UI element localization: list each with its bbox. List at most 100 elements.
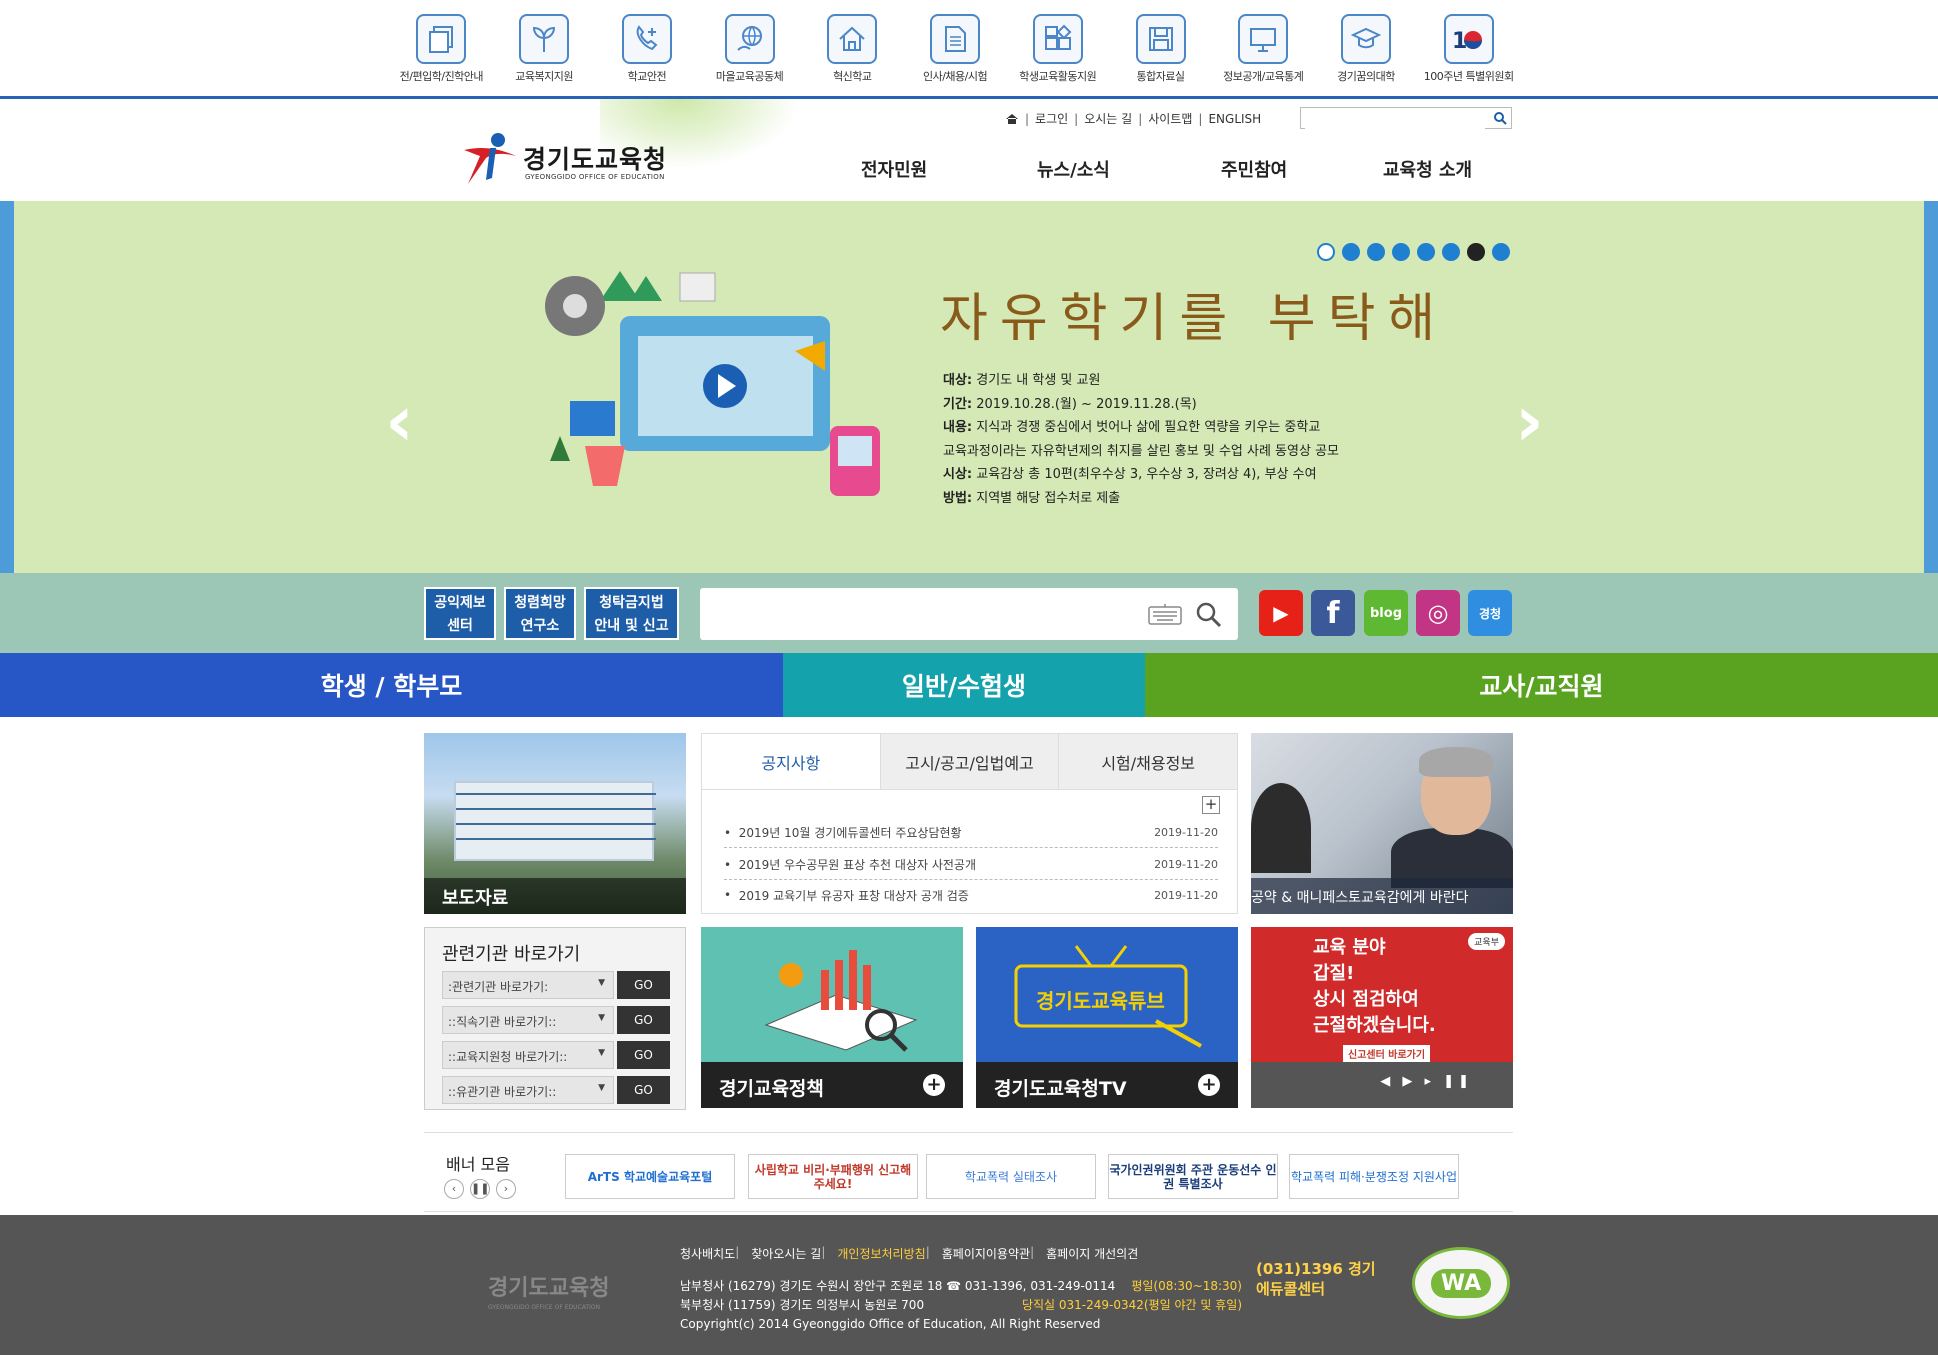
related-sites: 관련기관 바로가기 :관련기관 바로가기: ▼ GO ::직속기관 바로가기:: ▼… <box>424 927 686 1110</box>
footer-link-layout[interactable]: 청사배치도 <box>680 1245 735 1262</box>
education-policy-card[interactable]: 경기교육정책 + <box>701 927 963 1108</box>
education-policy-caption: 경기교육정책 + <box>701 1062 963 1108</box>
notice-item[interactable]: • 2019 교육기부 유공자 표창 대상자 공개 검증 2019-11-20 <box>724 880 1218 910</box>
dropdown-arrow-icon: ▼ <box>598 1013 605 1023</box>
education-tv-caption: 경기도교육청TV + <box>976 1062 1238 1108</box>
quick-admission[interactable]: 전/편입학/진학안내 <box>390 10 493 96</box>
logo-title: 경기도교육청 <box>523 145 668 174</box>
banner-dot[interactable] <box>1317 243 1335 261</box>
tab-exam-jobs[interactable]: 시험/채용정보 <box>1058 734 1237 789</box>
quick-dream-univ[interactable]: 경기꿈의대학 <box>1315 10 1418 96</box>
tab-general[interactable]: 일반/수험생 <box>783 653 1145 717</box>
gnb-about[interactable]: 교육청 소개 <box>1383 156 1472 182</box>
banner-dot[interactable] <box>1367 243 1385 261</box>
quick-info[interactable]: 정보공개/교육통계 <box>1212 10 1315 96</box>
call-center-badge[interactable]: (031)1396 경기에듀콜센터 <box>1256 1251 1388 1321</box>
banner-dot[interactable] <box>1442 243 1460 261</box>
login-link[interactable]: 로그인 <box>1035 110 1068 127</box>
banner-human-rights[interactable]: 국가인권위원회 주관 운동선수 인권 특별조사 <box>1108 1154 1278 1199</box>
direct-select[interactable]: ::직속기관 바로가기:: ▼ <box>442 1006 614 1034</box>
notice-item[interactable]: • 2019년 10월 경기에듀콜센터 주요상담현황 2019-11-20 <box>724 818 1218 848</box>
quick-student[interactable]: 학생교육활동지원 <box>1006 10 1109 96</box>
quick-hr[interactable]: 인사/채용/시험 <box>904 10 1007 96</box>
tab-students-parents[interactable]: 학생 / 학부모 <box>0 653 783 717</box>
ask-superintendent-link[interactable]: 교육감에게 바란다 <box>1361 887 1469 914</box>
manifesto-link[interactable]: 공약 & 매니페스토 <box>1251 887 1361 914</box>
monitor-icon <box>1238 14 1289 64</box>
home-icon[interactable] <box>1005 113 1019 125</box>
banner-dot[interactable] <box>1392 243 1410 261</box>
instagram-icon[interactable]: ◎ <box>1416 590 1460 636</box>
quick-innovation[interactable]: 혁신학교 <box>801 10 904 96</box>
banner-zone-next-button[interactable]: › <box>496 1179 516 1199</box>
gnb-civil[interactable]: 전자민원 <box>861 156 927 182</box>
banner-arts[interactable]: ArTS 학교예술교육포털 <box>565 1154 735 1199</box>
tab-announcements[interactable]: 고시/공고/입법예고 <box>879 734 1059 789</box>
sitemap-link[interactable]: 사이트맵 <box>1148 110 1192 127</box>
footer-logo: 경기도교육청 GYEONGGIDO OFFICE OF EDUCATION <box>488 1276 610 1311</box>
media-icon[interactable]: 경청 <box>1468 590 1512 636</box>
footer-links: 청사배치도 | 찾아오시는 길 | 개인정보처리방침 | 홈페이지이용약관 | 홈페이지… <box>680 1245 1139 1262</box>
quick-community[interactable]: 마을교육공동체 <box>698 10 801 96</box>
blog-icon[interactable]: blog <box>1364 590 1408 636</box>
promo-banner[interactable]: 교육부 교육 분야 갑질! 상시 점검하여 근절하겠습니다. 신고센터 바로가기… <box>1251 927 1513 1108</box>
banner-zone-prev-button[interactable]: ‹ <box>444 1179 464 1199</box>
quick-100th[interactable]: 1 100주년 특별위원회 <box>1417 10 1520 96</box>
footer-link-terms[interactable]: 홈페이지이용약관 <box>942 1245 1030 1262</box>
banner-prev-button[interactable]: ‹ <box>385 386 414 456</box>
facebook-icon[interactable]: f <box>1311 590 1355 636</box>
footer-link-privacy[interactable]: 개인정보처리방침 <box>837 1245 925 1262</box>
gnb-participation[interactable]: 주민참여 <box>1221 156 1287 182</box>
english-link[interactable]: ENGLISH <box>1208 112 1261 126</box>
footer-link-feedback[interactable]: 홈페이지 개선의견 <box>1046 1245 1138 1262</box>
quick-welfare[interactable]: 교육복지지원 <box>493 10 596 96</box>
go-button[interactable]: GO <box>617 1041 670 1069</box>
go-button[interactable]: GO <box>617 1006 670 1034</box>
banner-play-button[interactable] <box>1467 243 1485 261</box>
promo-text: 교육 분야 갑질! 상시 점검하여 근절하겠습니다. <box>1313 937 1436 1036</box>
go-button[interactable]: GO <box>617 1076 670 1104</box>
main-search-input[interactable] <box>710 594 1150 634</box>
quick-label: 경기꿈의대학 <box>1337 70 1395 83</box>
anti-graft-report-button[interactable]: 청탁금지법 안내 및 신고 <box>584 587 679 640</box>
quick-label: 100주년 특별위원회 <box>1423 70 1514 83</box>
tab-teachers[interactable]: 교사/교직원 <box>1145 653 1938 717</box>
integrity-lab-button[interactable]: 청렴희망 연구소 <box>504 587 576 640</box>
banner-private-school[interactable]: 사립학교 비리·부패행위 신고해 주세요! <box>748 1154 918 1199</box>
notice-more-button[interactable]: + <box>1202 796 1220 814</box>
site-logo[interactable]: 경기도교육청 GYEONGGIDO OFFICE OF EDUCATION <box>460 130 700 190</box>
quick-safety[interactable]: 학교안전 <box>595 10 698 96</box>
search-icon[interactable] <box>1493 111 1507 125</box>
go-button[interactable]: GO <box>617 971 670 999</box>
promo-controls[interactable]: ◀ ▶ ▸ ❚❚ <box>1251 1062 1513 1108</box>
related-select[interactable]: :관련기관 바로가기: ▼ <box>442 971 614 999</box>
support-office-select[interactable]: ::교육지원청 바로가기:: ▼ <box>442 1041 614 1069</box>
directions-link[interactable]: 오시는 길 <box>1084 110 1132 127</box>
press-release-card[interactable]: 보도자료 <box>424 733 686 914</box>
quick-label: 인사/채용/시험 <box>922 70 988 83</box>
chart-tablet-illustration <box>764 950 918 1052</box>
notice-item[interactable]: • 2019년 우수공무원 표상 추천 대상자 사전공개 2019-11-20 <box>724 850 1218 880</box>
affiliated-select[interactable]: ::유관기관 바로가기:: ▼ <box>442 1076 614 1104</box>
header-search-input[interactable] <box>1305 111 1485 129</box>
banner-dot[interactable] <box>1342 243 1360 261</box>
dropdown-arrow-icon: ▼ <box>598 1083 605 1093</box>
banner-violence-survey[interactable]: 학교폭력 실태조사 <box>926 1154 1096 1199</box>
quick-archive[interactable]: 통합자료실 <box>1109 10 1212 96</box>
footer-link-directions[interactable]: 찾아오시는 길 <box>751 1245 821 1262</box>
keyboard-icon[interactable] <box>1148 603 1182 625</box>
banner-pause-button[interactable] <box>1492 243 1510 261</box>
banner-zone-pause-button[interactable]: ❚❚ <box>470 1179 490 1199</box>
report-center-link[interactable]: 신고센터 바로가기 <box>1343 1045 1431 1062</box>
quick-label: 혁신학교 <box>833 70 872 83</box>
banner-mediation[interactable]: 학교폭력 피해·분쟁조정 지원사업 <box>1289 1154 1459 1199</box>
youtube-icon[interactable]: ▶ <box>1259 590 1303 636</box>
education-tv-card[interactable]: 경기도교육튜브 경기도교육청TV + <box>976 927 1238 1108</box>
quick-label: 정보공개/교육통계 <box>1223 70 1304 83</box>
gnb-news[interactable]: 뉴스/소식 <box>1037 156 1110 182</box>
tab-notice[interactable]: 공지사항 <box>702 734 880 789</box>
search-icon[interactable] <box>1194 600 1222 628</box>
banner-next-button[interactable]: › <box>1515 386 1544 456</box>
banner-dot[interactable] <box>1417 243 1435 261</box>
whistleblower-center-button[interactable]: 공익제보 센터 <box>424 587 496 640</box>
